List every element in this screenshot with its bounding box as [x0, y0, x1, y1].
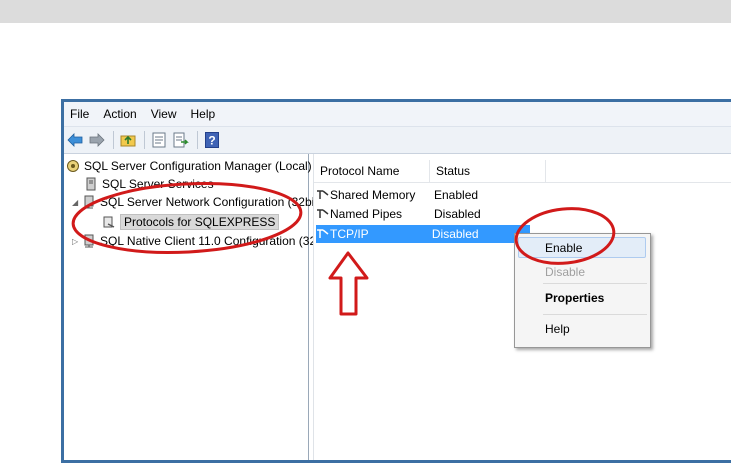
protocol-icon	[317, 190, 329, 199]
row-name-cell: Shared Memory	[316, 188, 432, 202]
menu-separator	[543, 283, 647, 284]
toolbar-separator	[197, 131, 198, 149]
menu-separator	[543, 314, 647, 315]
top-gray-bar	[0, 0, 731, 23]
protocol-name: TCP/IP	[330, 227, 369, 241]
tree-node-protocols[interactable]: Protocols for SQLEXPRESS	[102, 214, 280, 230]
menu-file[interactable]: File	[70, 107, 89, 121]
network-config-icon	[84, 195, 94, 209]
export-list-icon[interactable]	[172, 131, 190, 149]
menu-help[interactable]: Help	[191, 107, 216, 121]
tree-node-root[interactable]: SQL Server Configuration Manager (Local)	[66, 159, 312, 173]
properties-icon[interactable]	[150, 131, 168, 149]
menu-view[interactable]: View	[151, 107, 177, 121]
protocol-icon	[317, 209, 329, 218]
help-icon[interactable]: ?	[203, 131, 221, 149]
tree-node-label: SQL Native Client 11.0 Configuration (32…	[100, 234, 323, 248]
menu-item-disable: Disable	[545, 265, 586, 279]
tree-node-label: SQL Server Network Configuration (32bit	[100, 195, 318, 209]
toolbar-separator	[144, 131, 145, 149]
list-item[interactable]: Shared Memory Enabled	[316, 186, 534, 204]
menu-item-properties[interactable]: Properties	[545, 291, 604, 305]
expand-collapse-icon[interactable]: ◢	[72, 198, 80, 207]
native-client-icon	[84, 234, 94, 248]
list-item-selected[interactable]: TCP/IP Disabled	[316, 225, 530, 243]
tree-node-label: SQL Server Configuration Manager (Local)	[84, 159, 312, 173]
tree-node-network-config[interactable]: ◢ SQL Server Network Configuration (32bi…	[72, 195, 318, 209]
list-item[interactable]: Named Pipes Disabled	[316, 205, 534, 223]
protocol-name: Named Pipes	[330, 207, 403, 221]
menu-item-enable[interactable]: Enable	[545, 241, 582, 255]
tree-node-native-client[interactable]: ▷ SQL Native Client 11.0 Configuration (…	[72, 234, 323, 248]
tree-node-label: Protocols for SQLEXPRESS	[120, 214, 280, 230]
protocol-status: Enabled	[434, 188, 479, 202]
menu-action[interactable]: Action	[103, 107, 136, 121]
row-name-cell: Named Pipes	[316, 207, 432, 221]
tree-pane: SQL Server Configuration Manager (Local)…	[64, 154, 323, 460]
server-icon	[86, 177, 96, 191]
back-arrow-icon[interactable]	[66, 131, 84, 149]
sql-config-manager-window: File Action View Help ? SQL Server Confi…	[61, 99, 731, 463]
toolbar-separator	[113, 131, 114, 149]
context-menu: Enable Disable Properties Help	[514, 233, 651, 348]
up-folder-icon[interactable]	[119, 131, 137, 149]
svg-text:?: ?	[208, 134, 215, 148]
tree-node-services[interactable]: SQL Server Services	[84, 177, 214, 191]
row-name-cell: TCP/IP	[316, 227, 430, 241]
menu-item-help[interactable]: Help	[545, 322, 570, 336]
column-header-status[interactable]: Status	[430, 160, 546, 182]
column-header-protocol-name[interactable]: Protocol Name	[314, 160, 430, 182]
protocol-name: Shared Memory	[330, 188, 416, 202]
protocol-icon	[317, 229, 329, 238]
expand-icon[interactable]: ▷	[72, 237, 80, 246]
toolbar: ?	[64, 127, 731, 154]
tree-node-label: SQL Server Services	[102, 177, 214, 191]
menu-bar: File Action View Help	[64, 102, 731, 127]
protocols-icon	[103, 216, 115, 228]
protocol-status: Disabled	[434, 207, 481, 221]
forward-arrow-icon[interactable]	[88, 131, 106, 149]
list-header: Protocol Name Status	[314, 160, 731, 183]
config-manager-icon	[67, 160, 79, 172]
